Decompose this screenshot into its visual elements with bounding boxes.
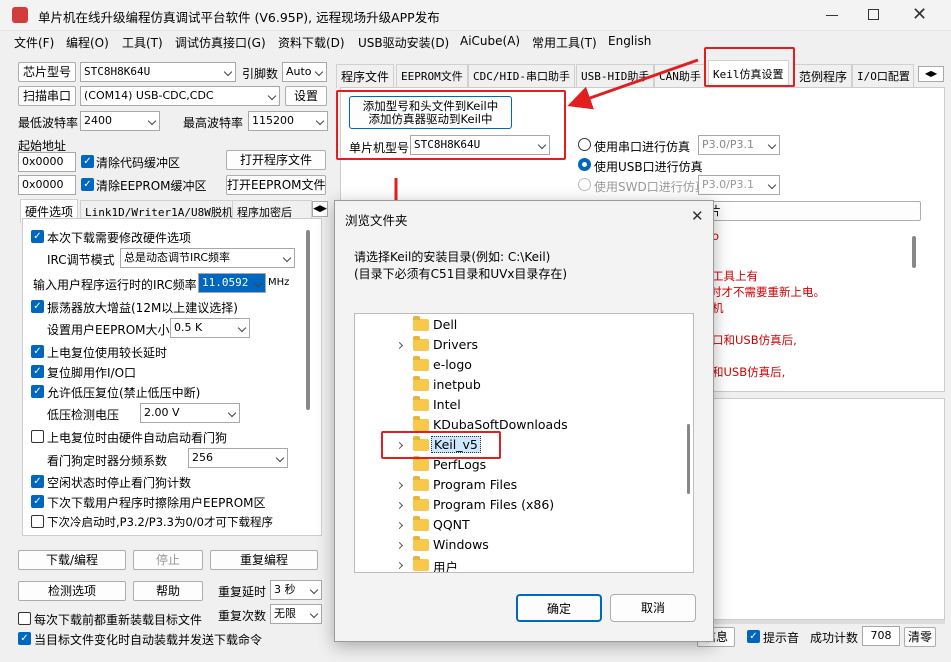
- folder-icon: [413, 376, 429, 391]
- folder-tree-scrollbar[interactable]: [687, 424, 690, 494]
- expand-chevron-icon[interactable]: [395, 501, 404, 510]
- folder-icon: [413, 536, 429, 551]
- arrow-tab-to-button: [567, 58, 699, 110]
- folder-program-files-x86[interactable]: Program Files (x86): [355, 495, 675, 515]
- folder-icon: [413, 336, 429, 351]
- folder-icon: [413, 416, 429, 431]
- dialog-prompt-1: 请选择Keil的安装目录(例如: C:\Keil): [354, 250, 551, 264]
- expand-chevron-icon[interactable]: [395, 561, 404, 570]
- folder-drivers[interactable]: Drivers: [355, 335, 675, 355]
- folder-icon: [413, 516, 429, 531]
- expand-chevron-icon[interactable]: [395, 521, 404, 530]
- browse-folder-dialog: 浏览文件夹 ✕ 请选择Keil的安装目录(例如: C:\Keil) (目录下必须…: [334, 200, 714, 642]
- folder-program-files[interactable]: Program Files: [355, 475, 675, 495]
- folder-dell[interactable]: Dell: [355, 315, 675, 335]
- expand-chevron-icon[interactable]: [395, 481, 404, 490]
- folder-icon: [413, 496, 429, 511]
- dialog-cancel-button[interactable]: 取消: [610, 594, 696, 622]
- folder-icon: [413, 476, 429, 491]
- expand-chevron-icon[interactable]: [395, 541, 404, 550]
- folder-icon: [413, 456, 429, 471]
- folder-icon: [413, 356, 429, 371]
- folder-intel[interactable]: Intel: [355, 395, 675, 415]
- folder-icon: [413, 396, 429, 411]
- dialog-ok-button[interactable]: 确定: [516, 594, 602, 622]
- dialog-title: 浏览文件夹: [345, 213, 408, 228]
- folder-inetpub[interactable]: inetpub: [355, 375, 675, 395]
- dialog-close-icon[interactable]: ✕: [691, 207, 704, 225]
- highlight-keil-folder: [381, 431, 501, 459]
- folder-icon: [413, 556, 429, 571]
- folder-e-logo[interactable]: e-logo: [355, 355, 675, 375]
- dialog-prompt-2: (目录下必须有C51目录和UVx目录存在): [354, 267, 568, 281]
- folder-icon: [413, 316, 429, 331]
- folder-windows[interactable]: Windows: [355, 535, 675, 555]
- folder-users[interactable]: 用户: [355, 555, 675, 572]
- folder-qqnt[interactable]: QQNT: [355, 515, 675, 535]
- expand-chevron-icon[interactable]: [395, 341, 404, 350]
